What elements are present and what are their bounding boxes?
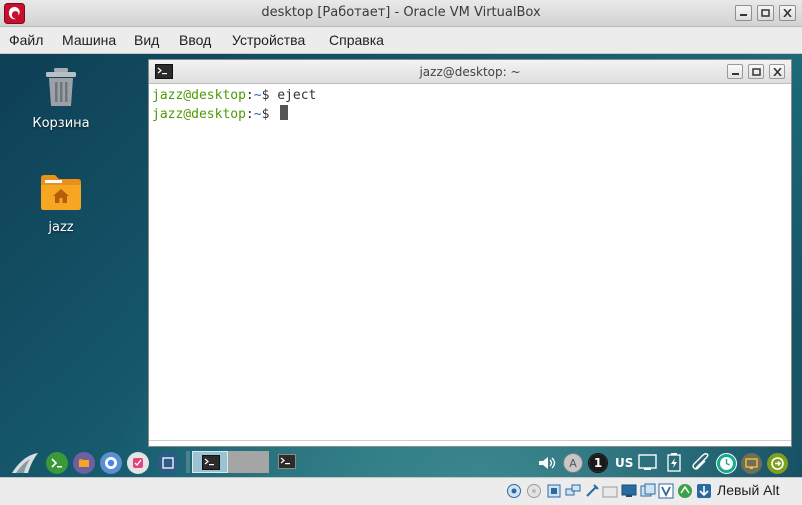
terminal-title: jazz@desktop: ~ [419,65,521,79]
workspace-indicator[interactable]: 1 [588,453,608,473]
app-launcher-icon[interactable] [127,452,149,474]
prompt-dollar: $ [261,88,278,103]
terminal-icon [202,455,220,470]
usb-icon[interactable] [584,483,600,499]
audio-icon[interactable] [546,483,562,499]
logout-icon[interactable] [767,453,788,474]
prompt-dollar: $ [261,107,278,122]
task-button-terminal[interactable] [192,451,228,473]
menu-devices[interactable]: Устройства [232,32,305,48]
task-button-blank[interactable] [228,451,269,473]
task-separator [186,451,190,473]
terminal-titlebar[interactable]: jazz@desktop: ~ [149,60,791,84]
terminal-launcher-icon[interactable] [46,452,68,474]
hard-disk-icon[interactable] [506,483,522,499]
file-manager-launcher-icon[interactable] [73,452,95,474]
maximize-icon [752,68,761,76]
prompt-path: ~ [253,88,262,103]
network-adapter-icon[interactable] [565,483,581,499]
terminal-minimize-button[interactable] [727,64,743,79]
workspace-number: 1 [589,454,607,472]
guest-desktop[interactable]: Корзина jazz jazz@desktop: ~ jazz@deskto… [0,54,802,477]
menu-help[interactable]: Справка [329,32,384,48]
menubar: Файл Машина Вид Ввод Устройства Справка [0,27,802,54]
terminal-maximize-button[interactable] [748,64,764,79]
prompt-path: ~ [253,107,262,122]
prompt-user: jazz@desktop [152,88,246,103]
minimize-button[interactable] [735,5,752,21]
close-button[interactable] [779,5,796,21]
shared-folder-icon[interactable] [602,483,618,499]
display-icon[interactable] [621,483,637,499]
menu-view[interactable]: Вид [134,32,159,48]
desktop-icon-label: jazz [48,220,74,235]
desktop-icon-home-folder[interactable]: jazz [16,172,106,235]
terminal-line: jazz@desktop:~$ [152,105,791,124]
minimize-icon [732,73,739,75]
network-icon[interactable] [638,454,657,471]
desktop-icon-label: Корзина [32,116,90,131]
start-menu-icon[interactable] [11,451,39,475]
optical-drive-icon[interactable] [526,483,542,499]
terminal-output[interactable]: jazz@desktop:~$ eject jazz@desktop:~$ [152,87,791,446]
volume-icon[interactable] [538,456,558,470]
desktop-icon-trash[interactable]: Корзина [16,66,106,131]
text-cursor [280,105,289,120]
trash-icon [46,68,76,106]
task-button-terminal-2[interactable] [276,451,298,473]
menu-input[interactable]: Ввод [179,32,211,48]
menu-machine[interactable]: Машина [62,32,116,48]
terminal-close-button[interactable] [769,64,785,79]
prompt-separator: : [245,88,254,103]
terminal-line: jazz@desktop:~$ eject [152,87,791,105]
terminal-bottom-edge [149,440,791,446]
keyboard-layout[interactable]: US [615,456,633,470]
vbox-statusbar: Левый Alt [0,477,802,505]
vt-x-icon[interactable] [658,483,674,499]
prompt-user: jazz@desktop [152,107,246,122]
maximize-button[interactable] [757,5,774,21]
mouse-integration-icon[interactable] [677,483,693,499]
command-text: eject [277,88,317,103]
recording-icon[interactable] [640,483,656,499]
minimize-icon [740,14,747,16]
clock-icon[interactable] [716,453,737,474]
host-key-label[interactable]: Левый Alt [717,482,780,498]
window-title: desktop [Работает] - Oracle VM VirtualBo… [261,5,541,20]
menu-file[interactable]: Файл [9,32,43,48]
browser-launcher-icon[interactable] [100,452,122,474]
clipboard-icon[interactable] [692,453,711,472]
close-icon [783,9,792,17]
terminal-icon [278,454,296,469]
prompt-separator: : [245,107,254,122]
maximize-icon [761,9,770,17]
terminal-window[interactable]: jazz@desktop: ~ jazz@desktop:~$ eject ja… [148,59,792,447]
vbox-titlebar[interactable]: desktop [Работает] - Oracle VM VirtualBo… [0,0,802,27]
keyboard-capture-icon[interactable] [696,483,712,499]
show-desktop-icon[interactable] [157,452,179,474]
close-icon [773,68,782,76]
keyboard-indicator-icon[interactable]: A [563,453,583,473]
svg-text:A: A [569,457,577,470]
guest-taskbar: A 1 US [0,448,802,477]
screen-lock-icon[interactable] [741,453,762,474]
battery-icon[interactable] [666,453,682,472]
home-folder-icon [41,175,81,210]
